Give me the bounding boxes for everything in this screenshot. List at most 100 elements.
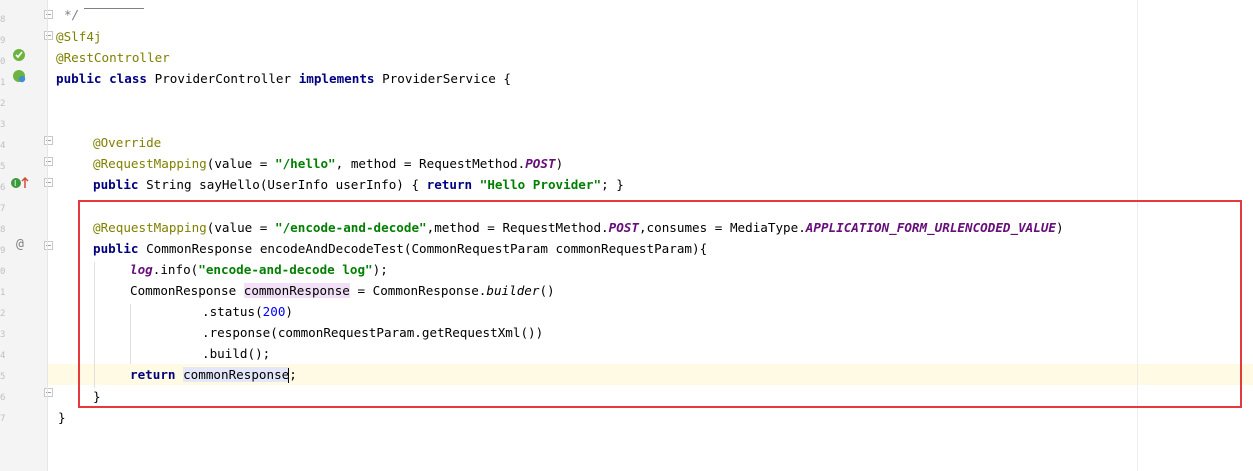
line-number: 0 bbox=[0, 57, 6, 67]
code-text: (value = bbox=[206, 220, 275, 235]
string-literal: "/hello" bbox=[274, 156, 336, 171]
line-number: 9 bbox=[0, 36, 6, 46]
fold-marker[interactable] bbox=[44, 388, 53, 397]
code-line: @RequestMapping(value = "/encode-and-dec… bbox=[93, 217, 1064, 238]
line-number: 6 bbox=[0, 183, 6, 193]
line-number: 5 bbox=[0, 372, 6, 382]
line-number: 9 bbox=[0, 246, 6, 256]
keyword: public bbox=[56, 71, 102, 86]
method-signature: CommonResponse encodeAndDecodeTest(Commo… bbox=[146, 241, 708, 256]
fold-marker[interactable] bbox=[44, 178, 53, 187]
code-text: (value = bbox=[206, 156, 275, 171]
line-number: 5 bbox=[0, 162, 6, 172]
number-literal: 200 bbox=[262, 304, 286, 319]
line-number: 2 bbox=[0, 99, 6, 109]
constant: POST bbox=[608, 220, 639, 235]
fold-marker[interactable] bbox=[44, 136, 53, 145]
spring-bean-icon[interactable] bbox=[12, 48, 26, 62]
keyword: implements bbox=[298, 71, 375, 86]
string-literal: "Hello Provider" bbox=[479, 177, 602, 192]
closing-brace: } bbox=[93, 389, 101, 404]
closing-brace: } bbox=[58, 410, 66, 425]
fold-marker[interactable] bbox=[44, 241, 53, 250]
fold-marker[interactable] bbox=[44, 31, 53, 40]
gutter-divider bbox=[47, 0, 48, 471]
keyword: public bbox=[93, 241, 139, 256]
line-number: 6 bbox=[0, 393, 6, 403]
code-text: = CommonResponse. bbox=[349, 283, 487, 298]
comment-end: */ bbox=[64, 7, 80, 22]
annotation: @Override bbox=[93, 135, 162, 150]
code-text: ; bbox=[289, 367, 297, 382]
code-line: CommonResponse commonResponse = CommonRe… bbox=[130, 280, 555, 301]
keyword: class bbox=[109, 71, 148, 86]
string-literal: "/encode-and-decode" bbox=[274, 220, 427, 235]
code-text: ) bbox=[1056, 220, 1064, 235]
line-number: 2 bbox=[0, 309, 6, 319]
code-line bbox=[84, 0, 144, 9]
code-text: ; } bbox=[601, 177, 624, 192]
svg-text:I: I bbox=[14, 179, 16, 188]
line-number: 3 bbox=[0, 120, 6, 130]
indent-guide bbox=[94, 262, 95, 388]
code-text: .build(); bbox=[202, 346, 271, 361]
line-number: 7 bbox=[0, 414, 6, 424]
interface-name: ProviderService { bbox=[382, 71, 512, 86]
constant: POST bbox=[525, 156, 556, 171]
code-text: String sayHello(UserInfo userInfo) { bbox=[146, 177, 427, 192]
field-reference: log bbox=[130, 262, 153, 277]
code-line: public String sayHello(UserInfo userInfo… bbox=[93, 174, 624, 195]
annotation: @RequestMapping bbox=[93, 156, 207, 171]
fold-marker[interactable] bbox=[44, 157, 53, 166]
code-line: } bbox=[58, 407, 66, 428]
line-number: 4 bbox=[0, 351, 6, 361]
code-text: CommonResponse bbox=[130, 283, 244, 298]
line-number: 8 bbox=[0, 15, 6, 25]
code-text: .response(commonRequestParam.getRequestX… bbox=[202, 325, 544, 340]
code-line: @Slf4j bbox=[56, 26, 102, 47]
code-line: public class ProviderController implemen… bbox=[56, 68, 511, 89]
code-line: */ bbox=[64, 4, 79, 25]
line-number: 1 bbox=[0, 288, 6, 298]
line-number: 1 bbox=[0, 78, 6, 88]
code-text: ,method = RequestMethod. bbox=[426, 220, 609, 235]
code-text: .status( bbox=[202, 304, 263, 319]
keyword: return bbox=[426, 177, 473, 192]
editor-gutter: 8 9 0 1 2 3 4 5 6 7 8 9 0 1 2 3 4 5 6 7 … bbox=[0, 0, 53, 471]
constant: APPLICATION_FORM_URLENCODED_VALUE bbox=[805, 220, 1056, 235]
implements-method-icon[interactable]: I bbox=[10, 176, 30, 190]
keyword: public bbox=[93, 177, 139, 192]
code-text: , method = RequestMethod. bbox=[335, 156, 526, 171]
code-text: () bbox=[539, 283, 555, 298]
line-number: 4 bbox=[0, 141, 6, 151]
right-margin-guide bbox=[1137, 0, 1138, 471]
code-line: public CommonResponse encodeAndDecodeTes… bbox=[93, 238, 707, 259]
line-number: 7 bbox=[0, 204, 6, 214]
line-number: 3 bbox=[0, 330, 6, 340]
line-number: 0 bbox=[0, 267, 6, 277]
annotation: @Slf4j bbox=[56, 29, 102, 44]
code-line: .response(commonRequestParam.getRequestX… bbox=[202, 322, 543, 343]
code-line: return commonResponse; bbox=[130, 364, 297, 385]
implementation-icon[interactable] bbox=[12, 69, 26, 83]
code-line: .build(); bbox=[202, 343, 270, 364]
code-line: } bbox=[93, 386, 101, 407]
code-text: ,consumes = MediaType. bbox=[638, 220, 806, 235]
variable-reference: commonResponse bbox=[183, 367, 290, 382]
class-name: ProviderController bbox=[154, 71, 292, 86]
annotation: @RequestMapping bbox=[93, 220, 207, 235]
indent-guide bbox=[130, 304, 131, 364]
code-line: @Override bbox=[93, 132, 161, 153]
keyword: return bbox=[130, 367, 176, 382]
code-text: ); bbox=[372, 262, 388, 277]
variable-declaration: commonResponse bbox=[243, 283, 350, 298]
code-line: log.info("encode-and-decode log"); bbox=[130, 259, 388, 280]
fold-marker[interactable] bbox=[44, 10, 53, 19]
string-literal: "encode-and-decode log" bbox=[198, 262, 373, 277]
line-number: 8 bbox=[0, 225, 6, 235]
code-line: @RequestMapping(value = "/hello", method… bbox=[93, 153, 563, 174]
annotation-mapping-icon[interactable]: @ bbox=[16, 238, 24, 252]
annotation: @RestController bbox=[56, 50, 170, 65]
code-line: @RestController bbox=[56, 47, 170, 68]
code-editor[interactable]: 8 9 0 1 2 3 4 5 6 7 8 9 0 1 2 3 4 5 6 7 … bbox=[0, 0, 1253, 471]
